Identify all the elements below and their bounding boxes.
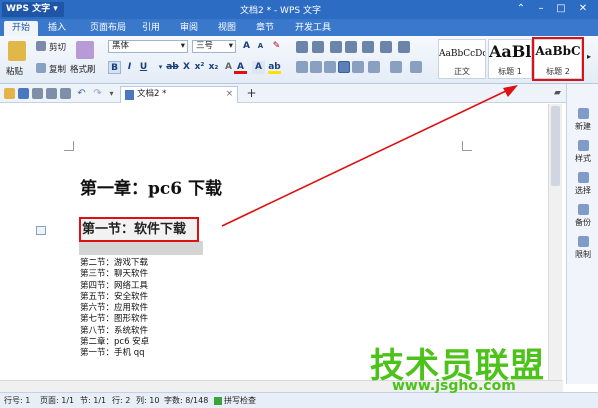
- task-sidebar: 新建 样式 选择 备份 限制: [566, 84, 598, 384]
- styles-icon: [577, 140, 589, 151]
- status-words[interactable]: 字数: 8/148: [164, 393, 208, 408]
- vertical-scrollbar[interactable]: [548, 104, 562, 380]
- sidebar-item-select[interactable]: 选择: [567, 172, 598, 196]
- status-line: 行: 2: [112, 396, 131, 405]
- sidebar-item-restrict[interactable]: 限制: [567, 236, 598, 260]
- status-col: 列: 10: [136, 396, 160, 405]
- watermark-url: www.jsgho.com: [392, 378, 516, 394]
- sidebar-label: 备份: [575, 218, 591, 227]
- status-page[interactable]: 页面: 1/1: [40, 393, 74, 408]
- sidebar-label: 限制: [575, 250, 591, 259]
- sidebar-item-styles[interactable]: 样式: [567, 140, 598, 164]
- scroll-thumb[interactable]: [551, 106, 560, 186]
- status-row: 行号: 1: [4, 396, 31, 405]
- spell-check-button[interactable]: 拼写检查: [224, 393, 256, 408]
- spell-check-icon: [214, 397, 222, 405]
- sidebar-item-new[interactable]: 新建: [567, 108, 598, 132]
- backup-icon: [577, 204, 589, 215]
- new-icon: [577, 108, 589, 119]
- status-section: 节: 1/1: [80, 396, 107, 405]
- lock-icon: [577, 236, 589, 247]
- sidebar-label: 选择: [575, 186, 591, 195]
- sidebar-item-backup[interactable]: 备份: [567, 204, 598, 228]
- status-bar: 行号: 1 页面: 1/1 节: 1/1 行: 2 列: 10 字数: 8/14…: [0, 392, 598, 408]
- sidebar-label: 样式: [575, 154, 591, 163]
- cursor-icon: [577, 172, 589, 183]
- sidebar-label: 新建: [575, 122, 591, 131]
